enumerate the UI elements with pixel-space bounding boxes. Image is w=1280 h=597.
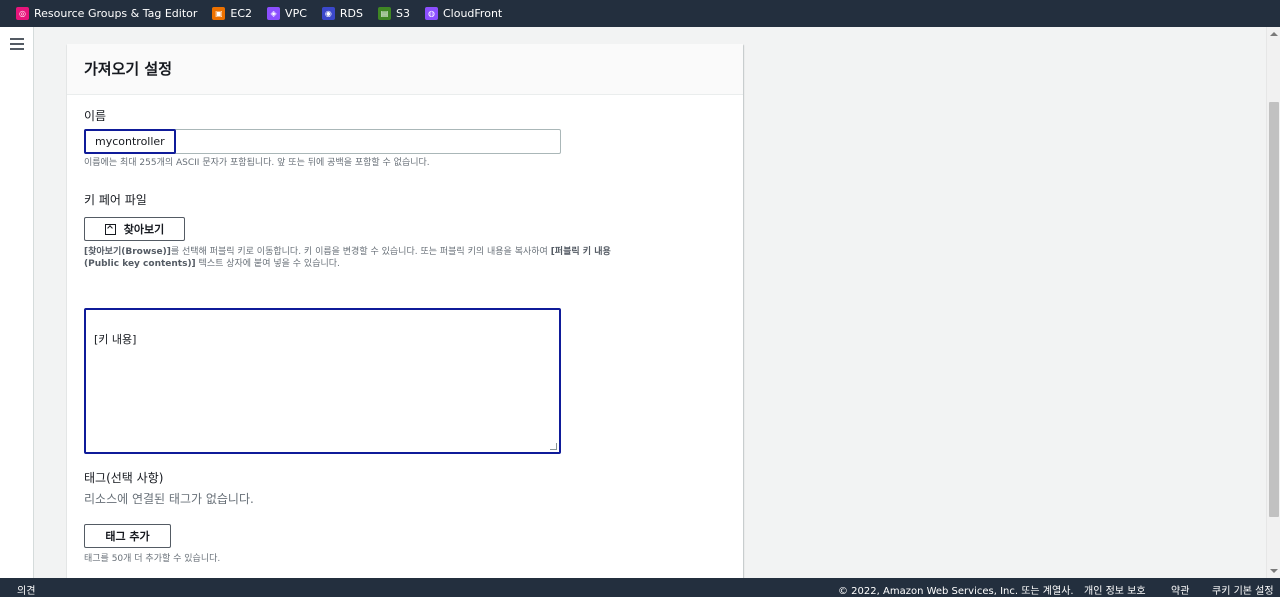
key-content-text: [키 내용] (94, 333, 137, 346)
vpc-icon: ◈ (267, 7, 281, 20)
ec2-icon: ▣ (212, 7, 226, 20)
browse-hint-bold: (Public key contents)] (84, 259, 196, 269)
browse-hint-text: 텍스트 상자에 붙여 넣을 수 있습니다. (195, 259, 340, 269)
browse-button-label: 찾아보기 (123, 223, 165, 236)
favorite-vpc[interactable]: ◈ VPC (267, 0, 307, 27)
menu-icon[interactable] (10, 38, 24, 50)
name-label: 이름 (84, 109, 107, 123)
side-navigation-rail (0, 27, 34, 578)
favorite-label: Resource Groups & Tag Editor (34, 7, 198, 20)
upload-icon (104, 223, 116, 235)
favorite-resource-groups[interactable]: ◎ Resource Groups & Tag Editor (16, 0, 197, 27)
rds-icon: ◉ (321, 7, 335, 20)
add-tag-button[interactable]: 태그 추가 (84, 524, 171, 548)
browse-hint-bold: [퍼블릭 키 내용 (550, 247, 611, 257)
card-header: 가져오기 설정 (67, 44, 743, 95)
browse-hint-text: 를 선택해 퍼블릭 키로 이동합니다. 키 이름을 변경할 수 있습니다. 또는… (170, 247, 551, 257)
scroll-down-icon[interactable] (1270, 569, 1278, 573)
favorite-cloudfront[interactable]: ◍ CloudFront (424, 0, 503, 27)
public-key-contents-textarea[interactable]: [키 내용] (84, 308, 561, 454)
import-settings-card: 가져오기 설정 이름 mycontroller 이름에는 최대 255개의 AS… (67, 44, 743, 597)
resource-groups-icon: ◎ (16, 7, 29, 20)
favorite-label: VPC (285, 7, 307, 20)
favorite-label: EC2 (230, 7, 253, 20)
favorite-ec2[interactable]: ▣ EC2 (212, 0, 252, 27)
cookie-preferences-link[interactable]: 쿠키 기본 설정 (1212, 582, 1274, 597)
feedback-link[interactable]: 의견 (17, 582, 35, 597)
favorite-label: S3 (396, 7, 410, 20)
copyright-text: © 2022, Amazon Web Services, Inc. 또는 계열사… (838, 586, 1074, 597)
favorites-bar: ◎ Resource Groups & Tag Editor ▣ EC2 ◈ V… (0, 0, 1280, 27)
browse-button[interactable]: 찾아보기 (84, 217, 185, 241)
tags-hint: 태그를 50개 더 추가할 수 있습니다. (84, 554, 221, 564)
privacy-link[interactable]: 개인 정보 보호 (1084, 582, 1146, 597)
browse-hint-bold: [찾아보기(Browse)] (84, 247, 171, 257)
cloudfront-icon: ◍ (424, 7, 438, 20)
resize-handle-icon[interactable] (550, 443, 557, 450)
tags-empty-text: 리소스에 연결된 태그가 없습니다. (84, 492, 254, 506)
scrollbar[interactable] (1266, 27, 1280, 578)
scroll-up-icon[interactable] (1270, 32, 1278, 36)
name-hint: 이름에는 최대 255개의 ASCII 문자가 포함됩니다. 앞 또는 뒤에 공… (84, 158, 430, 168)
page-title: 가져오기 설정 (84, 60, 173, 78)
favorite-rds[interactable]: ◉ RDS (321, 0, 363, 27)
key-pair-file-label: 키 페어 파일 (84, 193, 147, 207)
scroll-thumb[interactable] (1269, 102, 1279, 517)
browse-hint: [찾아보기(Browse)]를 선택해 퍼블릭 키로 이동합니다. 키 이름을 … (84, 246, 704, 270)
footer: 의견 © 2022, Amazon Web Services, Inc. 또는 … (0, 578, 1280, 597)
tags-label: 태그(선택 사항) (84, 471, 164, 485)
favorite-label: RDS (339, 7, 363, 20)
favorite-s3[interactable]: ▤ S3 (378, 0, 410, 27)
s3-icon: ▤ (378, 7, 391, 20)
favorite-label: CloudFront (442, 7, 503, 20)
terms-link[interactable]: 약관 (1171, 582, 1189, 597)
name-input-value[interactable]: mycontroller (84, 129, 176, 154)
